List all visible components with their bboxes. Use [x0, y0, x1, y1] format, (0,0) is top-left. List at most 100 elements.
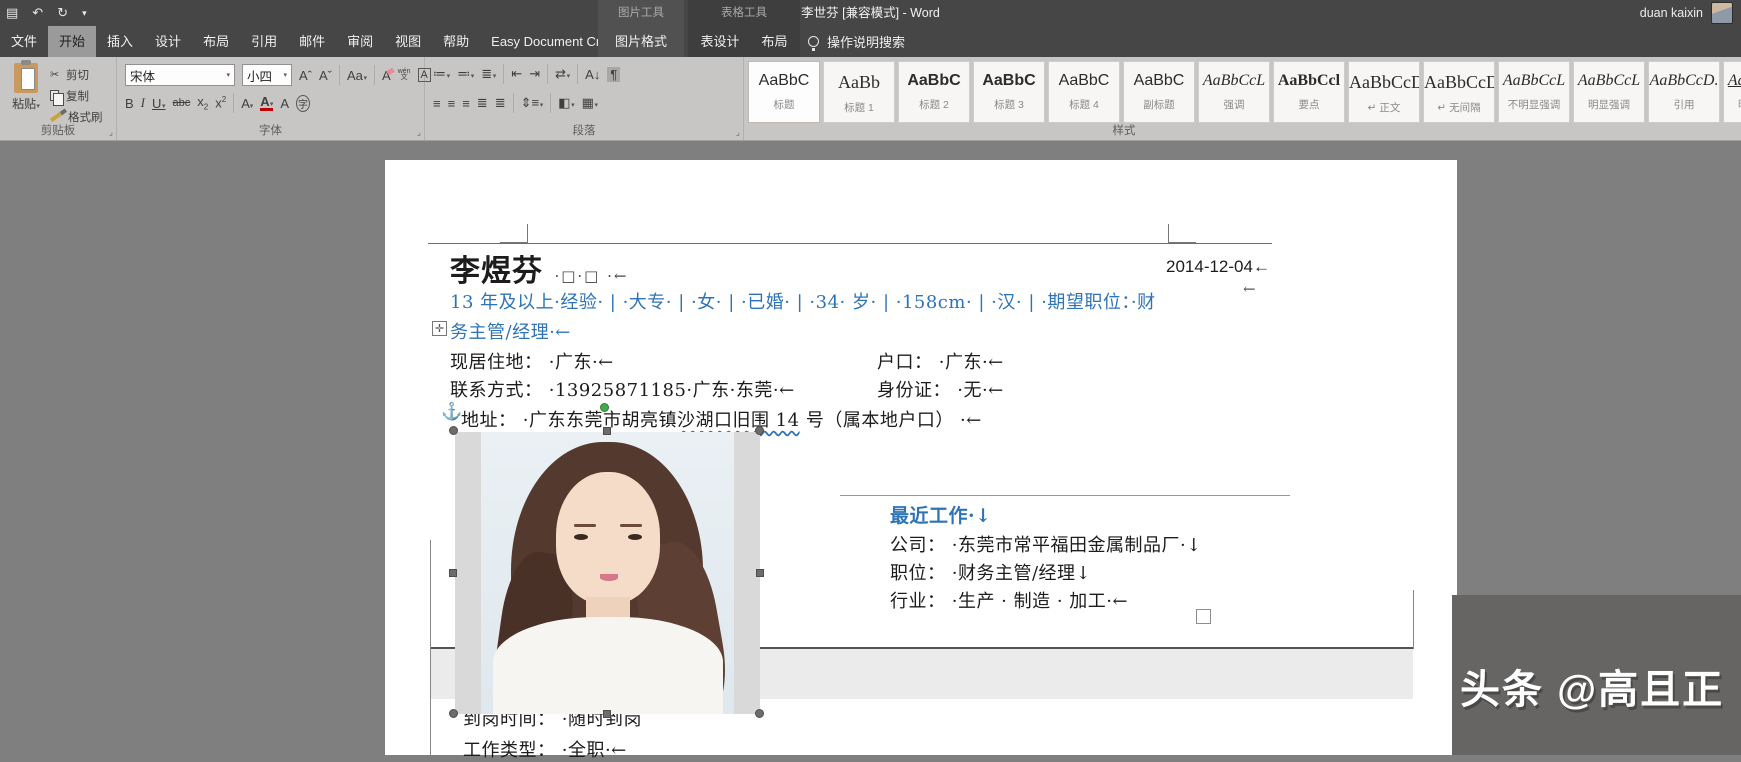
text-effects-icon[interactable]: A ▾ [241, 96, 253, 111]
separator [547, 64, 549, 84]
bullets-icon[interactable]: ≔ ▾ [433, 66, 450, 82]
paragraph-dialog-launcher[interactable]: ⌟ [736, 127, 740, 138]
style-tile-副标题[interactable]: AaBbC 副标题 [1123, 61, 1195, 123]
align-left-icon[interactable]: ≡ [433, 96, 441, 111]
style-tile-↵ 正文[interactable]: AaBbCcDc ↵ 正文 [1348, 61, 1420, 123]
clipboard-group: 粘贴 ▾ ✂ 剪切 复制 格式刷 剪贴板 ⌟ [0, 57, 117, 140]
resize-handle-top-middle[interactable] [603, 427, 611, 435]
style-tile-明显引用[interactable]: AaBbCcL 明显引用 [1723, 61, 1741, 123]
italic-icon[interactable]: I [141, 95, 145, 111]
superscript-icon[interactable]: x2 [215, 95, 226, 110]
tab-开始[interactable]: 开始 [48, 26, 97, 57]
increase-indent-icon[interactable]: ⇥ [529, 66, 540, 82]
resume-name-line: 李煜芬 ·□·□ ·← [450, 246, 628, 290]
style-tile-↵ 无间隔[interactable]: AaBbCcDc ↵ 无间隔 [1423, 61, 1495, 123]
tab-布局[interactable]: 布局 [192, 26, 240, 57]
style-tile-引用[interactable]: AaBbCcD. 引用 [1648, 61, 1720, 123]
picture-tools-header: 图片工具 [618, 7, 664, 19]
cut-button[interactable]: ✂ 剪切 [50, 65, 114, 84]
style-preview: AaBbC [1058, 72, 1110, 89]
style-tile-标题 1[interactable]: AaBb 标题 1 [823, 61, 895, 123]
align-center-icon[interactable]: ≡ [448, 96, 456, 111]
tab-帮助[interactable]: 帮助 [432, 26, 480, 57]
resume-name: 李煜芬 [450, 254, 543, 289]
numbering-icon[interactable]: ≕ ▾ [457, 66, 474, 82]
strikethrough-icon[interactable]: abc [173, 97, 191, 109]
tab-审阅[interactable]: 审阅 [336, 26, 384, 57]
resize-handle-bottom-left[interactable] [449, 709, 458, 718]
bold-icon[interactable]: B [125, 96, 134, 111]
style-label: ↵ 正文 [1367, 102, 1401, 114]
resize-handle-bottom-middle[interactable] [603, 710, 611, 718]
account-area[interactable]: duan kaixin [1640, 2, 1733, 24]
char-shading-icon[interactable]: A [280, 96, 289, 111]
tab-表设计[interactable]: 表设计 [689, 26, 750, 57]
show-marks-icon[interactable]: ¶ [607, 66, 621, 82]
clear-formatting-icon[interactable]: A [382, 68, 391, 83]
shrink-font-icon[interactable]: Aˇ [319, 68, 332, 83]
tab-邮件[interactable]: 邮件 [288, 26, 336, 57]
asian-layout-icon[interactable]: ⇄ ▾ [555, 66, 570, 82]
resize-handle-top-left[interactable] [449, 426, 458, 435]
enclose-characters-icon[interactable]: 字 [296, 94, 310, 112]
style-tile-标题 3[interactable]: AaBbC 标题 3 [973, 61, 1045, 123]
sort-icon[interactable]: A↓ [585, 67, 600, 82]
style-label: 副标题 [1143, 99, 1175, 111]
borders-icon[interactable]: ▦ ▾ [582, 95, 598, 111]
clipboard-dialog-launcher[interactable]: ⌟ [109, 127, 113, 138]
style-preview: AaBbC [1133, 72, 1185, 89]
style-label: 标题 3 [994, 99, 1024, 111]
distribute-icon[interactable]: ≣ [495, 95, 506, 111]
resize-handle-middle-left[interactable] [449, 569, 457, 577]
decrease-indent-icon[interactable]: ⇤ [511, 66, 522, 82]
avatar[interactable] [1711, 2, 1733, 24]
style-tile-要点[interactable]: AaBbCcl 要点 [1273, 61, 1345, 123]
style-tile-标题 4[interactable]: AaBbC 标题 4 [1048, 61, 1120, 123]
style-tile-标题[interactable]: AaBbC 标题 [748, 61, 820, 123]
copy-label: 复制 [66, 90, 89, 103]
font-family-combobox[interactable]: 宋体 ▾ [125, 64, 235, 86]
font-dialog-launcher[interactable]: ⌟ [417, 127, 421, 138]
tab-视图[interactable]: 视图 [384, 26, 432, 57]
resize-handle-top-right[interactable] [755, 426, 764, 435]
pilcrow-mark: ← [1243, 280, 1256, 298]
style-tile-强调[interactable]: AaBbCcL 强调 [1198, 61, 1270, 123]
resume-photo[interactable] [455, 432, 760, 714]
rotation-handle[interactable] [600, 403, 609, 412]
font-color-icon[interactable]: A ▾ [260, 95, 274, 111]
tab-布局[interactable]: 布局 [751, 26, 799, 57]
resize-handle-bottom-right[interactable] [755, 709, 764, 718]
underline-icon[interactable]: U ▾ [152, 96, 166, 111]
justify-icon[interactable]: ≣ [477, 95, 488, 111]
change-case-icon[interactable]: Aa ▾ [347, 68, 367, 83]
line-spacing-icon[interactable]: ⇕≡ ▾ [521, 95, 544, 111]
idcard-line: 身份证： ·无·← [877, 380, 1004, 401]
copy-button[interactable]: 复制 [50, 86, 114, 106]
table-tools-zone: 表格工具 表设计 布局 [688, 0, 800, 57]
align-right-icon[interactable]: ≡ [462, 96, 470, 111]
font-size-combobox[interactable]: 小四 ▾ [242, 64, 292, 86]
tell-me-search[interactable]: 操作说明搜索 [808, 26, 905, 57]
tab-图片格式[interactable]: 图片格式 [604, 26, 678, 57]
style-tile-不明显强调[interactable]: AaBbCcL 不明显强调 [1498, 61, 1570, 123]
table-move-handle[interactable]: ✛ [432, 321, 447, 336]
multilevel-list-icon[interactable]: ≣ ▾ [481, 66, 496, 82]
recent-position-line: 职位： ·财务主管/经理↓ [890, 563, 1092, 584]
grow-font-icon[interactable]: Aˆ [299, 68, 312, 83]
tab-插入[interactable]: 插入 [96, 26, 144, 57]
style-tile-标题 2[interactable]: AaBbC 标题 2 [898, 61, 970, 123]
hukou-line: 户口： ·广东·← [877, 352, 1004, 373]
tab-设计[interactable]: 设计 [144, 26, 192, 57]
resize-handle-middle-right[interactable] [756, 569, 764, 577]
shading-icon[interactable]: ◧ ▾ [558, 95, 574, 111]
phonetic-guide-icon[interactable]: wén 文 [398, 68, 411, 81]
tab-引用[interactable]: 引用 [240, 26, 288, 57]
table-top-border [428, 243, 1272, 244]
style-label: 标题 [773, 99, 795, 111]
document-page[interactable]: 李煜芬 ·□·□ ·← 2014-12-04← ← 13 年及以上·经验· | … [385, 160, 1457, 761]
tab-文件[interactable]: 文件 [0, 26, 48, 57]
subscript-icon[interactable]: x2 [197, 94, 208, 112]
account-name: duan kaixin [1639, 6, 1703, 20]
style-tile-明显强调[interactable]: AaBbCcL 明显强调 [1573, 61, 1645, 123]
paste-button[interactable]: 粘贴 ▾ [6, 60, 46, 123]
